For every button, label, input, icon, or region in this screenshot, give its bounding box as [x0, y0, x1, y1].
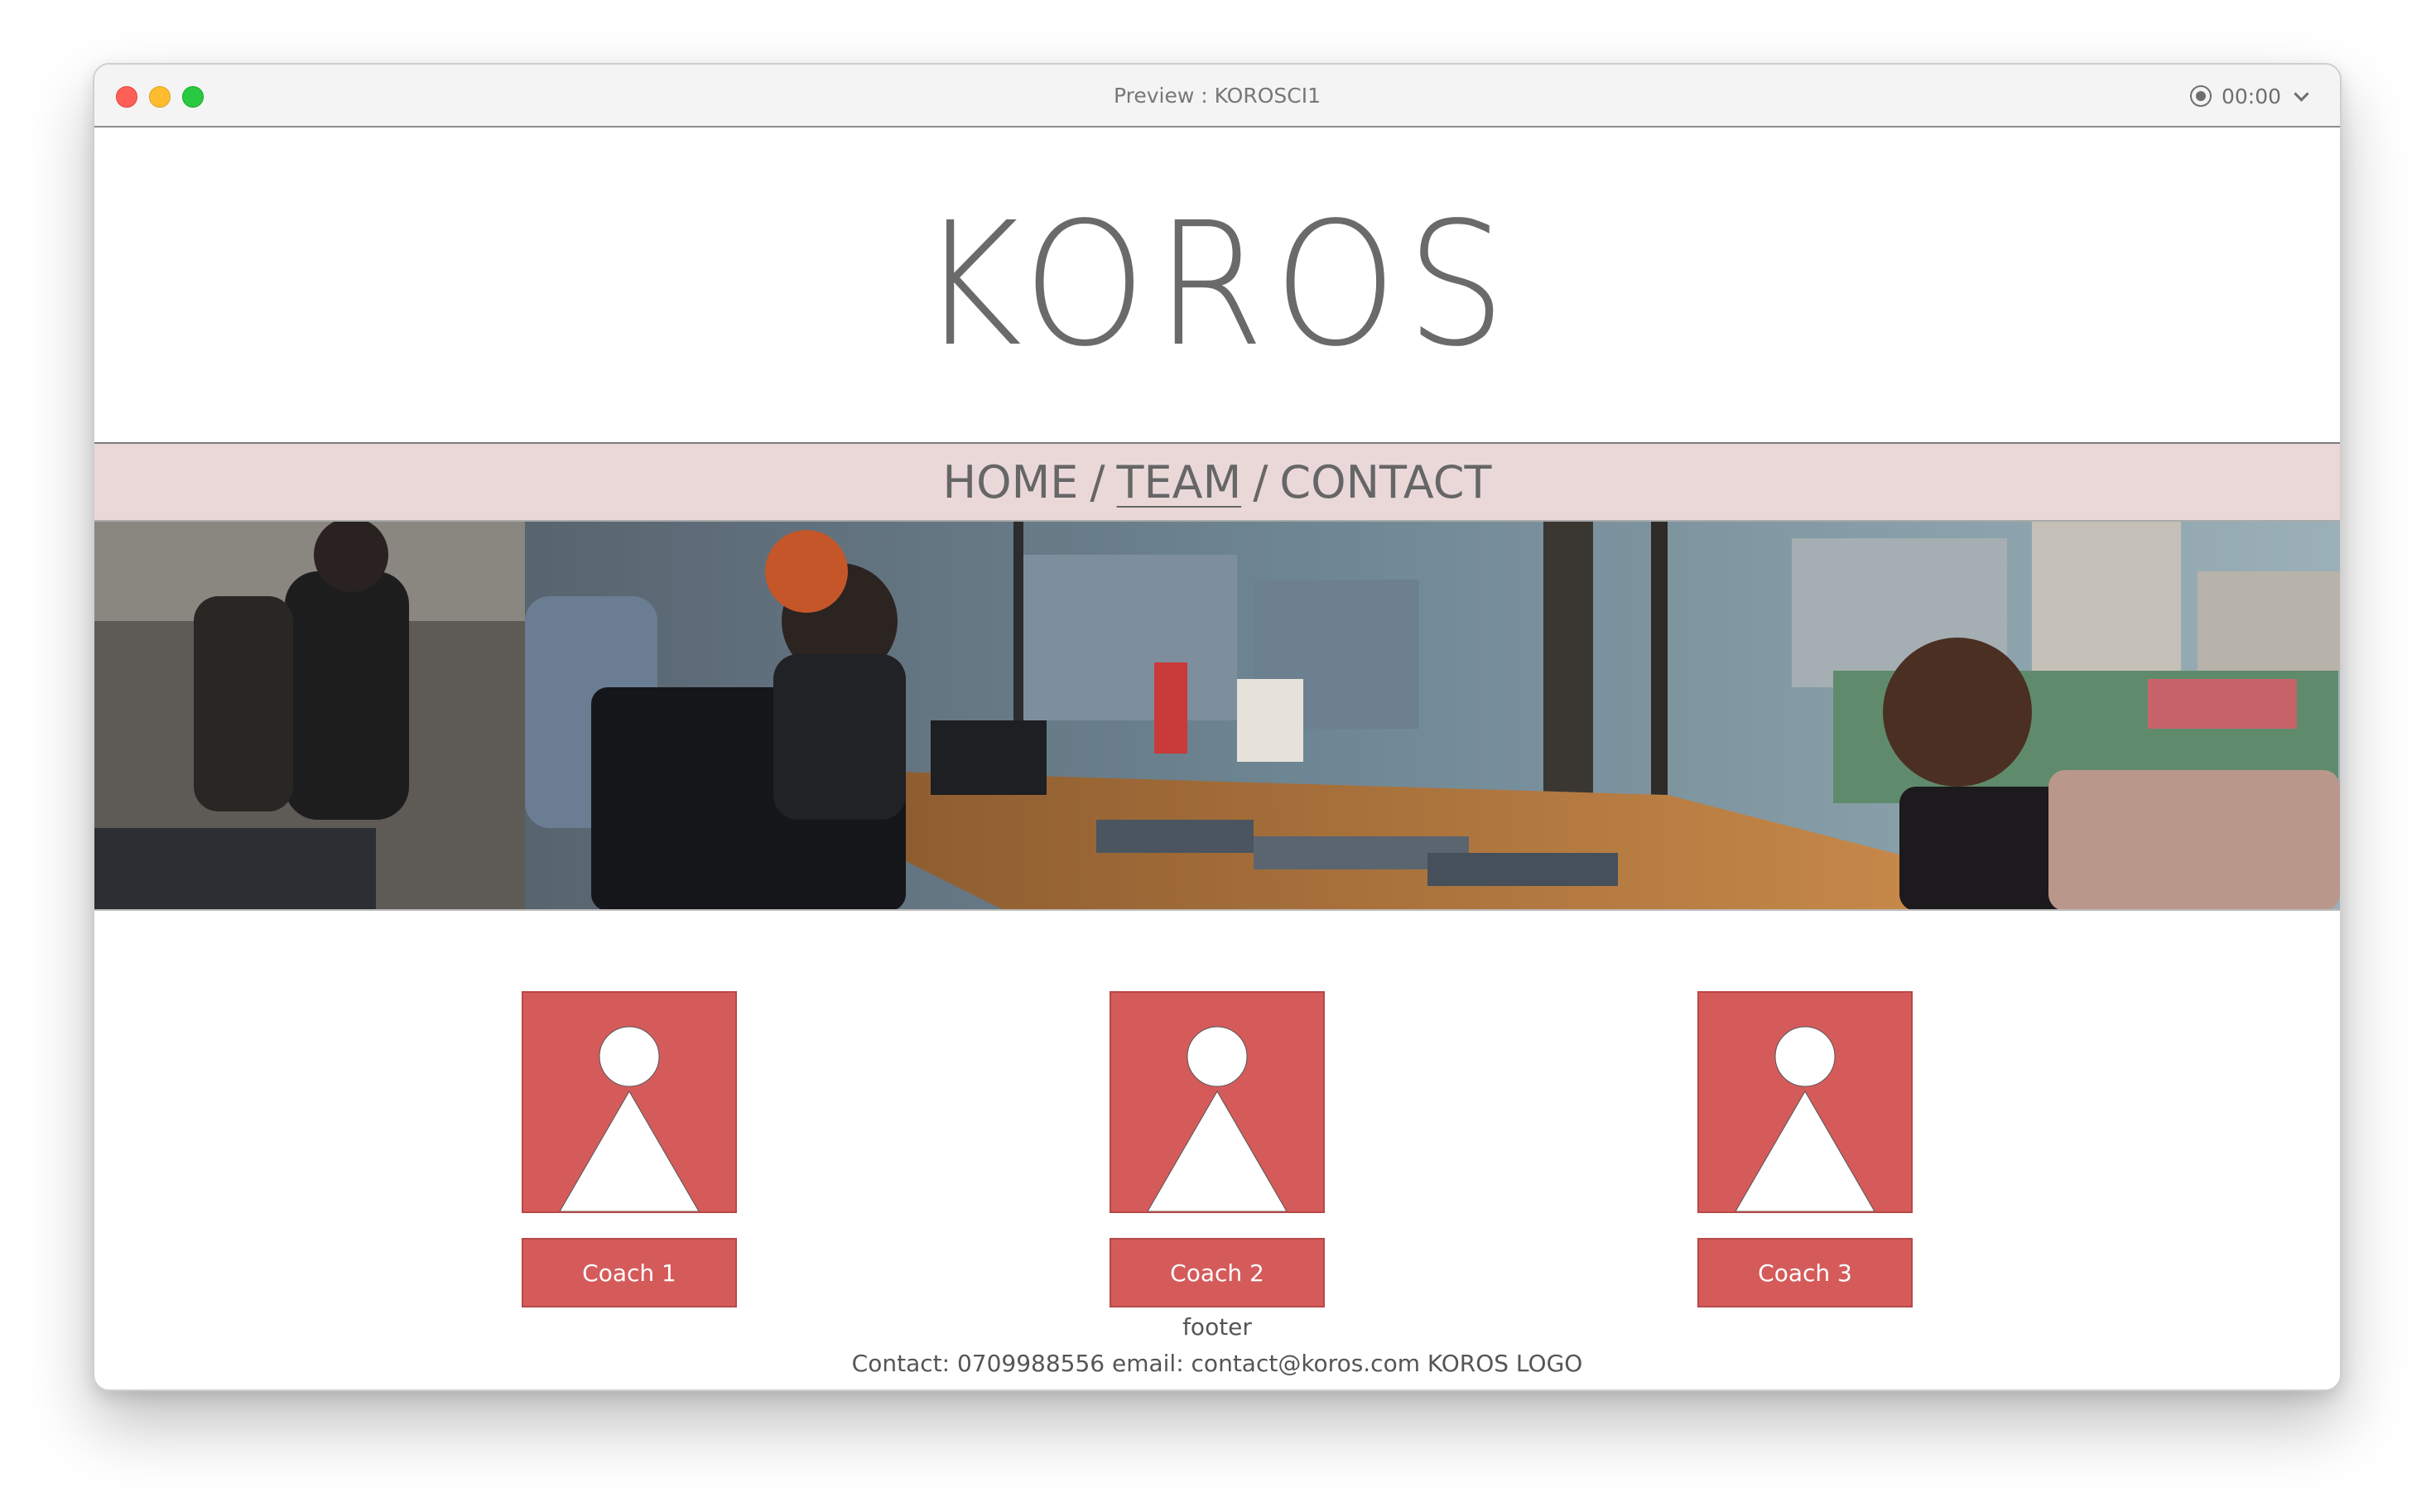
record-icon	[2189, 85, 2212, 107]
main-nav: HOME / TEAM / CONTACT	[94, 442, 2340, 522]
coach-card: Coach 2	[1110, 991, 1325, 1307]
title-bar: Preview : KOROSCI1 00:00	[94, 65, 2340, 128]
person-placeholder-icon	[1110, 991, 1325, 1213]
coach-card: Coach 1	[522, 991, 737, 1307]
chevron-down-icon[interactable]	[2294, 85, 2309, 102]
nav-home-link[interactable]: HOME	[943, 456, 1079, 508]
footer-label: footer	[1182, 1313, 1252, 1341]
hero-banner-image	[94, 522, 2340, 911]
coach-1-button[interactable]: Coach 1	[522, 1238, 737, 1307]
coach-2-button[interactable]: Coach 2	[1110, 1238, 1325, 1307]
coach-card: Coach 3	[1697, 991, 1913, 1307]
person-placeholder-icon	[1697, 991, 1913, 1213]
nav-separator: /	[1253, 455, 1268, 508]
recording-control[interactable]: 00:00	[2189, 65, 2309, 128]
window-title: Preview : KOROSCI1	[1114, 84, 1321, 108]
nav-separator: /	[1090, 455, 1105, 508]
preview-window: Preview : KOROSCI1 00:00 KOROS HOME / TE…	[93, 63, 2342, 1391]
site-header: KOROS	[94, 128, 2340, 442]
page-viewport: KOROS HOME / TEAM / CONTACT Coach 1 Coac…	[94, 128, 2340, 1389]
nav-contact-link[interactable]: CONTACT	[1279, 456, 1491, 508]
site-logo: KOROS	[919, 185, 1515, 384]
nav-team-link[interactable]: TEAM	[1117, 456, 1242, 508]
coach-cards: Coach 1 Coach 2 Coach 3	[94, 991, 2340, 1307]
person-placeholder-icon	[522, 991, 737, 1213]
coach-3-button[interactable]: Coach 3	[1697, 1238, 1913, 1307]
footer-contact: Contact: 0709988556 email: contact@koros…	[851, 1350, 1583, 1377]
recording-timer: 00:00	[2221, 84, 2281, 108]
